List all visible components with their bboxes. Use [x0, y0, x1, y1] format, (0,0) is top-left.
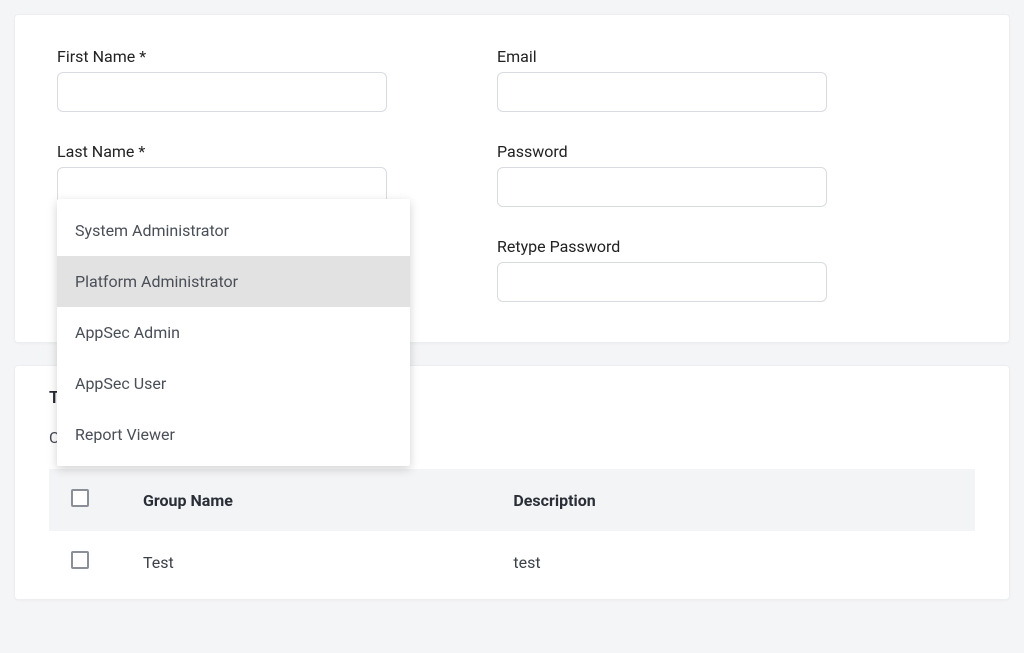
row-group-name: Test [121, 531, 491, 593]
first-name-input[interactable] [57, 72, 387, 112]
first-name-label: First Name * [57, 47, 387, 66]
email-input[interactable] [497, 72, 827, 112]
table-row: Test test [49, 531, 975, 593]
first-name-group: First Name * [57, 47, 387, 112]
role-dropdown-menu[interactable]: System Administrator Platform Administra… [57, 199, 410, 466]
last-name-label: Last Name * [57, 142, 387, 161]
email-group: Email [497, 47, 827, 112]
role-option-appsec-user[interactable]: AppSec User [57, 358, 410, 409]
last-name-group: Last Name * [57, 142, 387, 207]
column-group-name: Group Name [121, 469, 491, 531]
role-option-platform-administrator[interactable]: Platform Administrator [57, 256, 410, 307]
row-description: test [491, 531, 975, 593]
retype-password-label: Retype Password [497, 237, 827, 256]
retype-password-group: Retype Password [497, 237, 827, 302]
user-form-card: First Name * Last Name * Email Password … [14, 14, 1010, 343]
retype-password-input[interactable] [497, 262, 827, 302]
email-label: Email [497, 47, 827, 66]
target-groups-table: Group Name Description Test test [49, 469, 975, 593]
select-all-header [49, 469, 121, 531]
row-checkbox-cell [49, 531, 121, 593]
right-column: Email Password Retype Password [497, 47, 827, 302]
role-option-report-viewer[interactable]: Report Viewer [57, 409, 410, 460]
role-option-system-administrator[interactable]: System Administrator [57, 205, 410, 256]
password-group: Password [497, 142, 827, 207]
table-header-row: Group Name Description [49, 469, 975, 531]
password-label: Password [497, 142, 827, 161]
role-option-appsec-admin[interactable]: AppSec Admin [57, 307, 410, 358]
select-all-checkbox[interactable] [71, 489, 89, 507]
row-checkbox[interactable] [71, 551, 89, 569]
column-description: Description [491, 469, 975, 531]
password-input[interactable] [497, 167, 827, 207]
